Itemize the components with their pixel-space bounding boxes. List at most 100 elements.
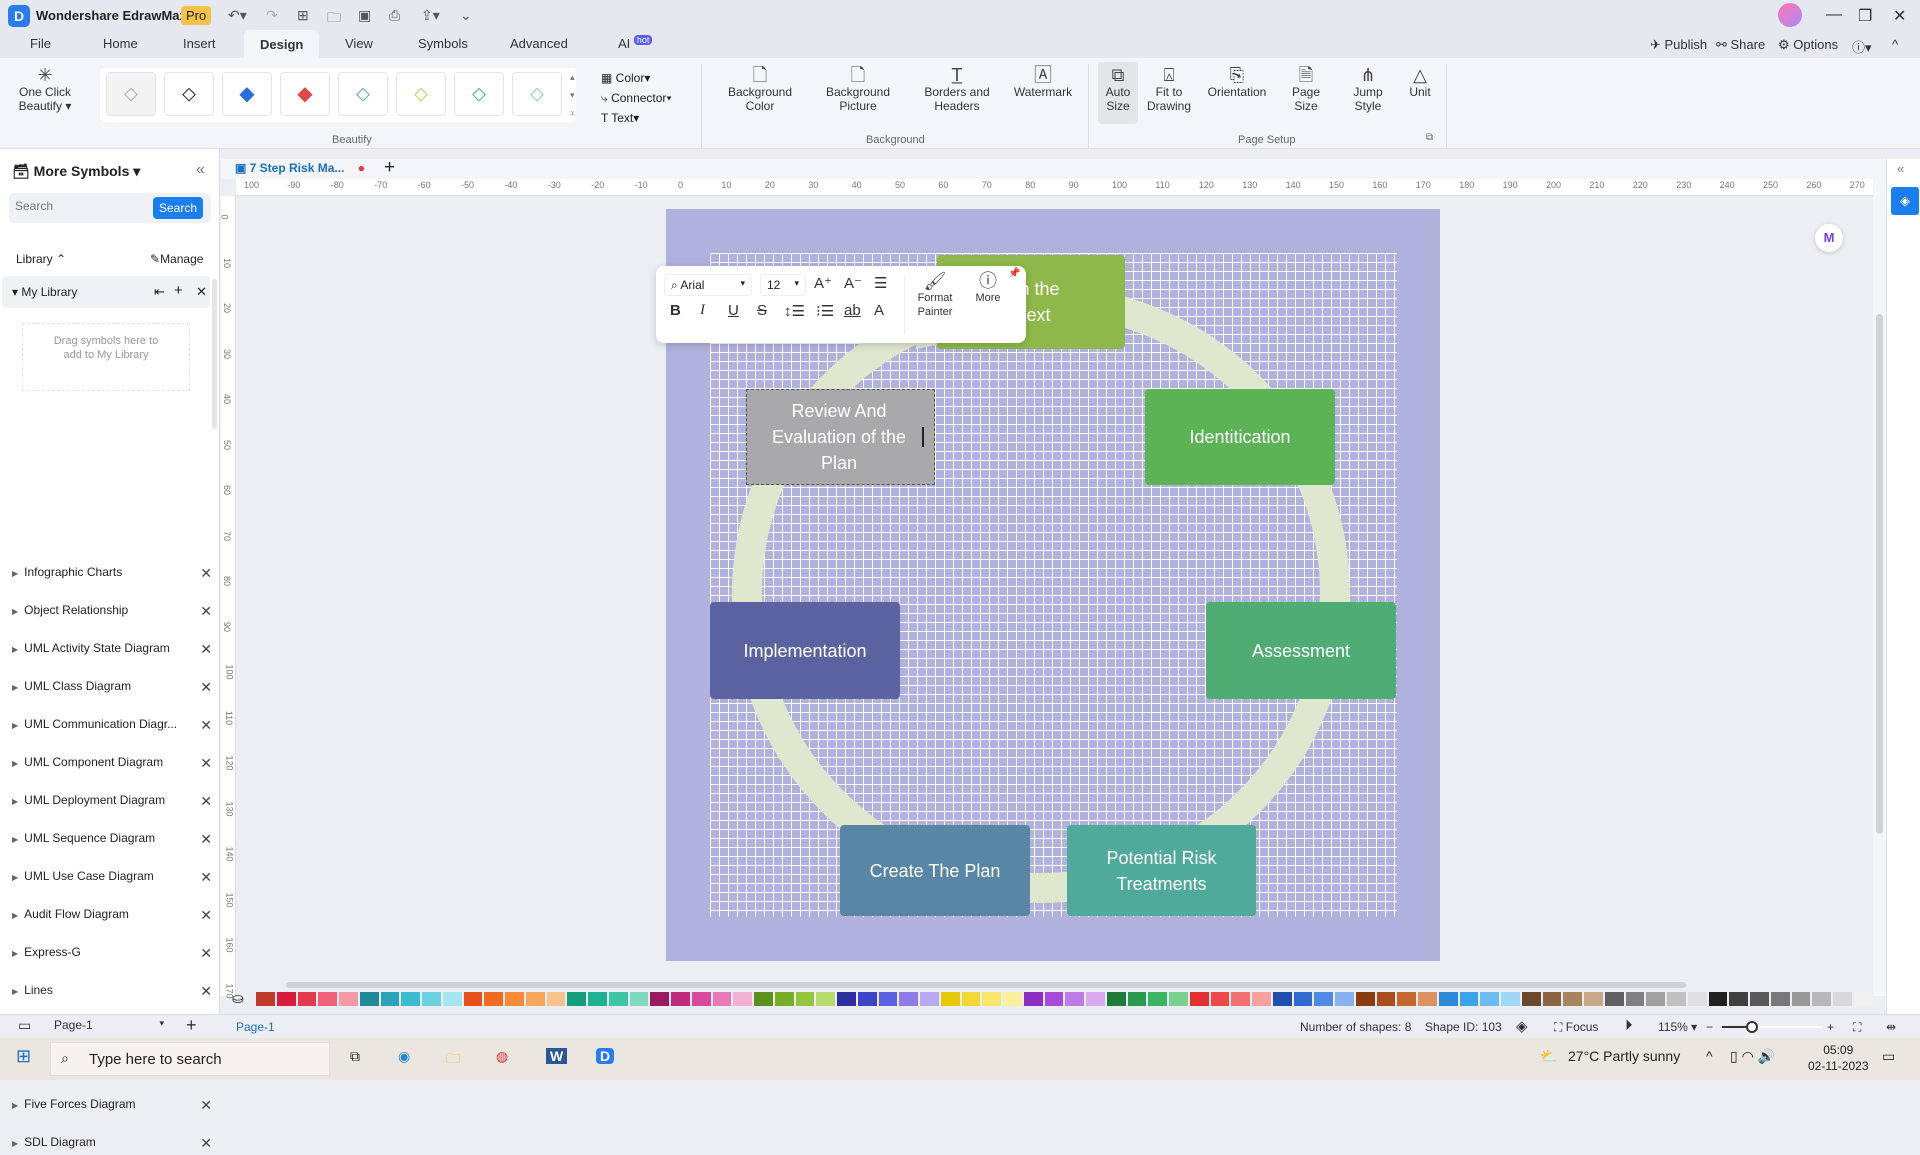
palette-swatch[interactable]	[878, 992, 898, 1006]
font-family-select[interactable]: ⌕ Arial ▾	[664, 274, 752, 296]
library-category[interactable]: ▶ UML Class Diagram ✕	[12, 679, 212, 699]
library-category[interactable]: ▶ UML Communication Diagr... ✕	[12, 717, 212, 737]
background-color-button[interactable]: 🗋 Background Color	[718, 66, 802, 113]
library-category[interactable]: ▶ Five Forces Diagram ✕	[12, 1097, 212, 1117]
remove-category-icon[interactable]: ✕	[200, 945, 212, 962]
format-painter-button[interactable]: 🖌 Format Painter	[910, 272, 960, 319]
font-color-icon[interactable]: A	[874, 302, 884, 319]
focus-button[interactable]: ⛶ Focus	[1554, 1020, 1598, 1035]
minimize-icon[interactable]: —	[1826, 6, 1842, 24]
close-icon[interactable]: ✕	[1893, 6, 1906, 26]
library-category[interactable]: ▶ Audit Flow Diagram ✕	[12, 907, 212, 927]
format-panel-icon[interactable]: ◈	[1891, 187, 1919, 215]
watermark-button[interactable]: 🄰 Watermark	[1010, 66, 1076, 99]
close-library-icon[interactable]: ✕	[196, 284, 207, 300]
menu-view[interactable]: View	[345, 36, 373, 51]
library-category[interactable]: ▶ UML Sequence Diagram ✕	[12, 831, 212, 851]
library-category[interactable]: ▶ Object Relationship ✕	[12, 603, 212, 623]
page-size-button[interactable]: 🗎 Page Size	[1286, 66, 1326, 113]
italic-icon[interactable]: I	[700, 302, 705, 319]
palette-swatch[interactable]	[691, 992, 711, 1006]
drop-zone[interactable]: Drag symbols here to add to My Library	[22, 323, 190, 391]
bullet-list-icon[interactable]: ⁝☰	[816, 302, 834, 320]
shape-review-evaluation-selected[interactable]: Review And Evaluation of the Plan	[746, 389, 935, 485]
play-icon[interactable]: ⏵	[1625, 1017, 1633, 1034]
remove-category-icon[interactable]: ✕	[200, 907, 212, 924]
library-category[interactable]: ▶ UML Deployment Diagram ✕	[12, 793, 212, 813]
palette-swatch[interactable]	[1667, 992, 1686, 1006]
palette-swatch[interactable]	[1833, 992, 1852, 1006]
remove-category-icon[interactable]: ✕	[200, 603, 212, 620]
palette-swatch[interactable]	[1542, 992, 1562, 1006]
clock[interactable]: 05:09 02-11-2023	[1808, 1042, 1869, 1074]
palette-swatch[interactable]	[774, 992, 794, 1006]
remove-category-icon[interactable]: ✕	[200, 831, 212, 848]
palette-swatch[interactable]	[1480, 992, 1499, 1006]
remove-category-icon[interactable]: ✕	[200, 755, 212, 772]
palette-swatch[interactable]	[1646, 992, 1665, 1006]
palette-swatch[interactable]	[982, 992, 1001, 1006]
gallery-scroll[interactable]: ▴ ▾ ⩡	[570, 68, 575, 122]
palette-swatch[interactable]	[1729, 992, 1748, 1006]
underline-icon[interactable]: U	[728, 302, 739, 319]
palette-swatch[interactable]	[1148, 992, 1167, 1006]
palette-swatch[interactable]	[1252, 992, 1271, 1006]
remove-category-icon[interactable]: ✕	[200, 793, 212, 810]
redo-icon[interactable]: ↷	[266, 7, 278, 24]
palette-swatch[interactable]	[1708, 992, 1728, 1006]
palette-swatch[interactable]	[1750, 992, 1769, 1006]
text-dropdown[interactable]: T Text▾	[601, 108, 671, 128]
palette-swatch[interactable]	[816, 992, 835, 1006]
palette-swatch[interactable]	[857, 992, 877, 1006]
palette-swatch[interactable]	[712, 992, 732, 1006]
palette-swatch[interactable]	[359, 992, 379, 1006]
document-tab[interactable]: ▣ 7 Step Risk Ma... ●	[235, 161, 365, 175]
increase-font-icon[interactable]: A⁺	[814, 274, 832, 292]
horizontal-scrollbar-thumb[interactable]	[286, 982, 1686, 988]
customize-icon[interactable]: ⌄	[460, 7, 472, 24]
palette-swatch[interactable]	[525, 992, 545, 1006]
auto-size-button[interactable]: ⧉ Auto Size	[1098, 62, 1138, 124]
orientation-button[interactable]: ⎘ Orientation	[1202, 66, 1272, 99]
fit-to-drawing-button[interactable]: ⍓ Fit to Drawing	[1144, 66, 1194, 113]
palette-swatch[interactable]	[297, 992, 317, 1006]
align-icon[interactable]: ☰	[874, 274, 887, 292]
jump-style-button[interactable]: ⋔ Jump Style	[1348, 66, 1388, 113]
menu-ai[interactable]: AI hot	[618, 35, 653, 51]
palette-swatch[interactable]	[961, 992, 981, 1006]
file-explorer-icon[interactable]: 🗀	[446, 1048, 460, 1072]
theme-5[interactable]: ⬦	[338, 72, 388, 116]
palette-swatch[interactable]	[1812, 992, 1831, 1006]
options-button[interactable]: ⚙ Options	[1778, 37, 1838, 53]
palette-swatch[interactable]	[422, 992, 441, 1006]
palette-swatch[interactable]	[1314, 992, 1333, 1006]
palette-swatch[interactable]	[442, 992, 462, 1006]
print-icon[interactable]: ⎙	[389, 7, 400, 24]
palette-swatch[interactable]	[1770, 992, 1790, 1006]
open-folder-icon[interactable]: 🗀	[327, 7, 341, 31]
palette-swatch[interactable]	[256, 992, 275, 1006]
connector-dropdown[interactable]: ⤷ Connector▾	[601, 88, 671, 108]
menu-design[interactable]: Design	[244, 30, 320, 58]
remove-category-icon[interactable]: ✕	[200, 641, 212, 658]
library-category[interactable]: ▶ UML Component Diagram ✕	[12, 755, 212, 775]
ai-assistant-icon[interactable]: M	[1815, 224, 1843, 252]
palette-swatch[interactable]	[795, 992, 815, 1006]
palette-swatch[interactable]	[380, 992, 400, 1006]
theme-6[interactable]: ⬦	[396, 72, 446, 116]
library-category[interactable]: ▶ Infographic Charts ✕	[12, 565, 212, 585]
palette-swatch[interactable]	[1604, 992, 1624, 1006]
palette-swatch[interactable]	[588, 992, 607, 1006]
theme-1[interactable]: ⬦	[106, 72, 156, 116]
fill-bucket-icon[interactable]: ⛀	[232, 990, 244, 1007]
palette-swatch[interactable]	[276, 992, 296, 1006]
palette-swatch[interactable]	[1625, 992, 1645, 1006]
palette-swatch[interactable]	[754, 992, 773, 1006]
unit-button[interactable]: △ Unit	[1403, 66, 1437, 99]
shape-assessment[interactable]: Assessment	[1206, 602, 1396, 699]
import-icon[interactable]: ⇤	[154, 284, 165, 300]
palette-swatch[interactable]	[1355, 992, 1375, 1006]
export-icon[interactable]: ⇪▾	[421, 7, 440, 24]
palette-swatch[interactable]	[671, 992, 690, 1006]
collapse-ribbon-icon[interactable]: ^	[1892, 37, 1898, 52]
